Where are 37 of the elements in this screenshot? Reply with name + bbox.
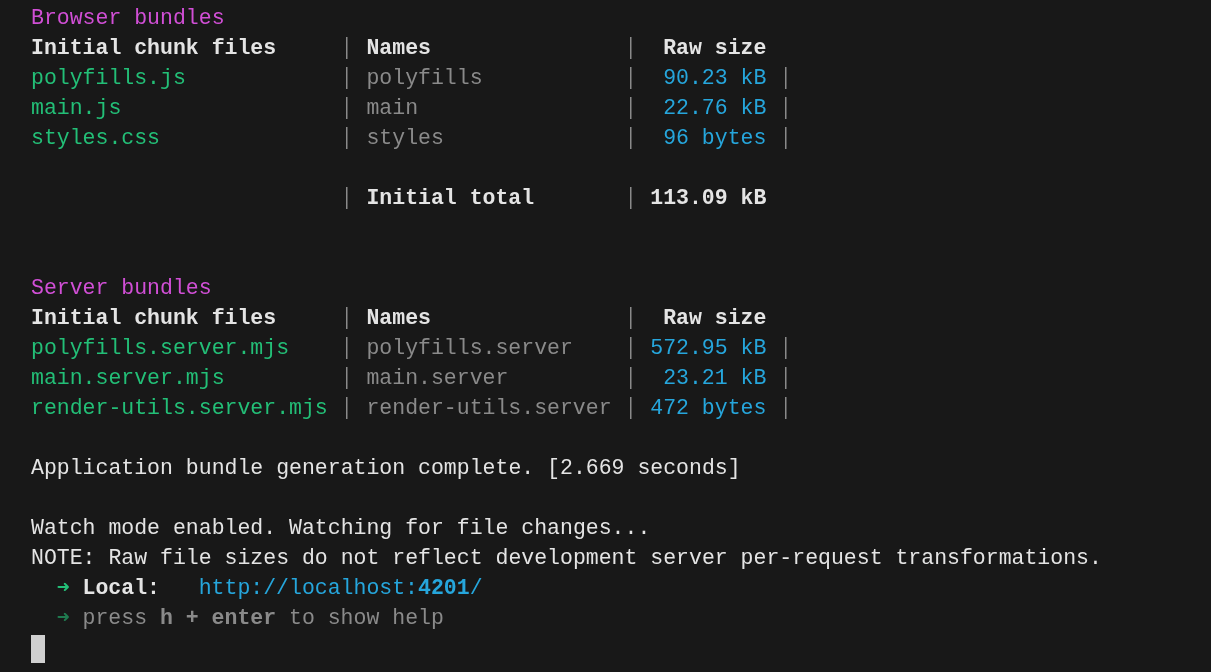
raw-size: 472 bytes	[650, 395, 767, 422]
column-header: Names	[366, 305, 432, 332]
text-cursor	[31, 634, 45, 663]
arrow-icon: ➜	[56, 573, 70, 603]
raw-size: 22.76 kB	[662, 95, 767, 122]
column-header: Initial chunk files	[31, 305, 278, 332]
raw-size: 96 bytes	[662, 125, 767, 152]
help-hint: press h + enter to show help	[82, 605, 444, 632]
chunk-name: polyfills.server	[366, 335, 574, 362]
section-title: Server bundles	[31, 275, 212, 302]
total-label: Initial total	[366, 185, 536, 212]
local-url-link[interactable]: http://localhost:4201/	[198, 573, 483, 603]
column-header: Initial chunk files	[31, 35, 278, 62]
file-name: main.js	[31, 95, 123, 122]
column-header: Raw size	[662, 35, 767, 62]
chunk-name: render-utils.server	[366, 395, 613, 422]
chunk-name: main	[366, 95, 420, 122]
file-name: render-utils.server.mjs	[31, 395, 329, 422]
file-name: styles.css	[31, 125, 162, 152]
file-name: polyfills.js	[31, 65, 187, 92]
chunk-name: main.server	[366, 365, 510, 392]
file-name: polyfills.server.mjs	[31, 335, 291, 362]
file-name: main.server.mjs	[31, 365, 226, 392]
chunk-name: styles	[366, 125, 445, 152]
log-line: Watch mode enabled. Watching for file changes...	[31, 515, 651, 542]
build-message: Application bundle generation complete. [2.669 seconds]	[31, 455, 741, 482]
log-line: NOTE: Raw file sizes do not reflect development server per-request transformations.	[31, 545, 1102, 572]
raw-size: 572.95 kB	[650, 335, 767, 362]
server-label: Local:	[82, 575, 161, 602]
section-title: Browser bundles	[31, 5, 225, 32]
column-header: Names	[366, 35, 432, 62]
arrow-icon: ➜	[56, 603, 70, 633]
raw-size: 23.21 kB	[662, 365, 767, 392]
chunk-name: polyfills	[366, 65, 484, 92]
total-value: 113.09 kB	[650, 185, 767, 212]
raw-size: 90.23 kB	[662, 65, 767, 92]
column-header: Raw size	[662, 305, 767, 332]
